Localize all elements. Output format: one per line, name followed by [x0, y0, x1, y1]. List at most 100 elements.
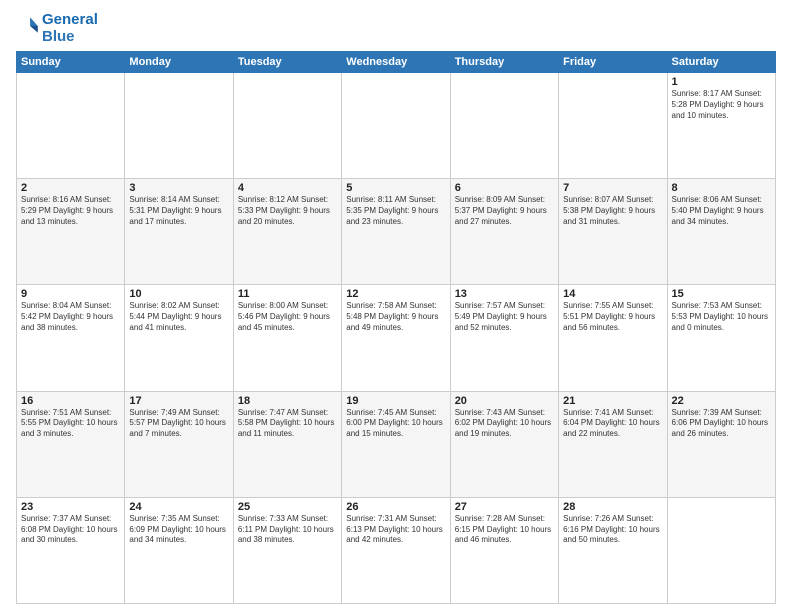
day-info: Sunrise: 8:16 AM Sunset: 5:29 PM Dayligh… [21, 195, 120, 227]
day-number: 7 [563, 182, 662, 194]
calendar-cell: 21Sunrise: 7:41 AM Sunset: 6:04 PM Dayli… [559, 391, 667, 497]
day-info: Sunrise: 8:09 AM Sunset: 5:37 PM Dayligh… [455, 195, 554, 227]
day-info: Sunrise: 7:43 AM Sunset: 6:02 PM Dayligh… [455, 408, 554, 440]
calendar-cell [667, 497, 775, 603]
calendar-cell: 11Sunrise: 8:00 AM Sunset: 5:46 PM Dayli… [233, 285, 341, 391]
weekday-header-saturday: Saturday [667, 52, 775, 73]
calendar-cell: 14Sunrise: 7:55 AM Sunset: 5:51 PM Dayli… [559, 285, 667, 391]
day-number: 1 [672, 76, 771, 88]
calendar-cell: 17Sunrise: 7:49 AM Sunset: 5:57 PM Dayli… [125, 391, 233, 497]
weekday-header-monday: Monday [125, 52, 233, 73]
calendar-cell: 9Sunrise: 8:04 AM Sunset: 5:42 PM Daylig… [17, 285, 125, 391]
day-number: 14 [563, 288, 662, 300]
page: General Blue SundayMondayTuesdayWednesda… [0, 0, 792, 612]
day-info: Sunrise: 7:45 AM Sunset: 6:00 PM Dayligh… [346, 408, 445, 440]
day-info: Sunrise: 7:51 AM Sunset: 5:55 PM Dayligh… [21, 408, 120, 440]
calendar-cell: 8Sunrise: 8:06 AM Sunset: 5:40 PM Daylig… [667, 179, 775, 285]
logo-icon [18, 15, 40, 37]
calendar-cell: 20Sunrise: 7:43 AM Sunset: 6:02 PM Dayli… [450, 391, 558, 497]
calendar-table: SundayMondayTuesdayWednesdayThursdayFrid… [16, 51, 776, 604]
calendar-week-row: 16Sunrise: 7:51 AM Sunset: 5:55 PM Dayli… [17, 391, 776, 497]
calendar-cell: 7Sunrise: 8:07 AM Sunset: 5:38 PM Daylig… [559, 179, 667, 285]
day-number: 24 [129, 501, 228, 513]
weekday-header-friday: Friday [559, 52, 667, 73]
day-number: 4 [238, 182, 337, 194]
day-number: 3 [129, 182, 228, 194]
day-number: 22 [672, 395, 771, 407]
weekday-header-wednesday: Wednesday [342, 52, 450, 73]
day-number: 13 [455, 288, 554, 300]
day-info: Sunrise: 7:37 AM Sunset: 6:08 PM Dayligh… [21, 514, 120, 546]
calendar-cell: 27Sunrise: 7:28 AM Sunset: 6:15 PM Dayli… [450, 497, 558, 603]
calendar-cell: 15Sunrise: 7:53 AM Sunset: 5:53 PM Dayli… [667, 285, 775, 391]
calendar-cell: 5Sunrise: 8:11 AM Sunset: 5:35 PM Daylig… [342, 179, 450, 285]
day-info: Sunrise: 8:02 AM Sunset: 5:44 PM Dayligh… [129, 301, 228, 333]
weekday-header-tuesday: Tuesday [233, 52, 341, 73]
calendar-cell: 12Sunrise: 7:58 AM Sunset: 5:48 PM Dayli… [342, 285, 450, 391]
day-info: Sunrise: 8:12 AM Sunset: 5:33 PM Dayligh… [238, 195, 337, 227]
calendar-cell: 4Sunrise: 8:12 AM Sunset: 5:33 PM Daylig… [233, 179, 341, 285]
day-number: 28 [563, 501, 662, 513]
calendar-cell [342, 73, 450, 179]
day-info: Sunrise: 8:17 AM Sunset: 5:28 PM Dayligh… [672, 89, 771, 121]
day-info: Sunrise: 7:57 AM Sunset: 5:49 PM Dayligh… [455, 301, 554, 333]
day-number: 9 [21, 288, 120, 300]
day-number: 8 [672, 182, 771, 194]
calendar-week-row: 23Sunrise: 7:37 AM Sunset: 6:08 PM Dayli… [17, 497, 776, 603]
day-info: Sunrise: 7:53 AM Sunset: 5:53 PM Dayligh… [672, 301, 771, 333]
weekday-header-sunday: Sunday [17, 52, 125, 73]
day-number: 5 [346, 182, 445, 194]
day-info: Sunrise: 8:06 AM Sunset: 5:40 PM Dayligh… [672, 195, 771, 227]
calendar-body: 1Sunrise: 8:17 AM Sunset: 5:28 PM Daylig… [17, 73, 776, 604]
day-info: Sunrise: 8:07 AM Sunset: 5:38 PM Dayligh… [563, 195, 662, 227]
calendar-cell: 2Sunrise: 8:16 AM Sunset: 5:29 PM Daylig… [17, 179, 125, 285]
day-info: Sunrise: 7:28 AM Sunset: 6:15 PM Dayligh… [455, 514, 554, 546]
day-number: 2 [21, 182, 120, 194]
day-info: Sunrise: 7:33 AM Sunset: 6:11 PM Dayligh… [238, 514, 337, 546]
day-info: Sunrise: 7:35 AM Sunset: 6:09 PM Dayligh… [129, 514, 228, 546]
calendar-cell: 22Sunrise: 7:39 AM Sunset: 6:06 PM Dayli… [667, 391, 775, 497]
day-number: 6 [455, 182, 554, 194]
day-number: 23 [21, 501, 120, 513]
calendar-cell: 28Sunrise: 7:26 AM Sunset: 6:16 PM Dayli… [559, 497, 667, 603]
calendar-cell: 3Sunrise: 8:14 AM Sunset: 5:31 PM Daylig… [125, 179, 233, 285]
calendar-header-row: SundayMondayTuesdayWednesdayThursdayFrid… [17, 52, 776, 73]
day-number: 18 [238, 395, 337, 407]
logo-text-line1: General [42, 12, 98, 29]
calendar-cell: 24Sunrise: 7:35 AM Sunset: 6:09 PM Dayli… [125, 497, 233, 603]
day-info: Sunrise: 7:49 AM Sunset: 5:57 PM Dayligh… [129, 408, 228, 440]
day-info: Sunrise: 8:04 AM Sunset: 5:42 PM Dayligh… [21, 301, 120, 333]
day-info: Sunrise: 8:00 AM Sunset: 5:46 PM Dayligh… [238, 301, 337, 333]
day-info: Sunrise: 7:41 AM Sunset: 6:04 PM Dayligh… [563, 408, 662, 440]
day-number: 17 [129, 395, 228, 407]
logo: General Blue [16, 12, 98, 45]
calendar-cell: 6Sunrise: 8:09 AM Sunset: 5:37 PM Daylig… [450, 179, 558, 285]
day-info: Sunrise: 7:47 AM Sunset: 5:58 PM Dayligh… [238, 408, 337, 440]
calendar-week-row: 1Sunrise: 8:17 AM Sunset: 5:28 PM Daylig… [17, 73, 776, 179]
day-number: 20 [455, 395, 554, 407]
day-info: Sunrise: 7:39 AM Sunset: 6:06 PM Dayligh… [672, 408, 771, 440]
day-info: Sunrise: 8:14 AM Sunset: 5:31 PM Dayligh… [129, 195, 228, 227]
day-number: 25 [238, 501, 337, 513]
calendar-cell [17, 73, 125, 179]
calendar-cell: 13Sunrise: 7:57 AM Sunset: 5:49 PM Dayli… [450, 285, 558, 391]
calendar-week-row: 9Sunrise: 8:04 AM Sunset: 5:42 PM Daylig… [17, 285, 776, 391]
day-number: 11 [238, 288, 337, 300]
calendar-cell: 18Sunrise: 7:47 AM Sunset: 5:58 PM Dayli… [233, 391, 341, 497]
calendar-cell: 19Sunrise: 7:45 AM Sunset: 6:00 PM Dayli… [342, 391, 450, 497]
calendar-cell: 26Sunrise: 7:31 AM Sunset: 6:13 PM Dayli… [342, 497, 450, 603]
day-info: Sunrise: 7:31 AM Sunset: 6:13 PM Dayligh… [346, 514, 445, 546]
calendar-cell: 1Sunrise: 8:17 AM Sunset: 5:28 PM Daylig… [667, 73, 775, 179]
day-info: Sunrise: 7:58 AM Sunset: 5:48 PM Dayligh… [346, 301, 445, 333]
day-info: Sunrise: 7:55 AM Sunset: 5:51 PM Dayligh… [563, 301, 662, 333]
calendar-cell [233, 73, 341, 179]
calendar-cell: 25Sunrise: 7:33 AM Sunset: 6:11 PM Dayli… [233, 497, 341, 603]
day-number: 16 [21, 395, 120, 407]
calendar-cell [125, 73, 233, 179]
day-number: 12 [346, 288, 445, 300]
calendar-cell [450, 73, 558, 179]
calendar-cell [559, 73, 667, 179]
day-number: 10 [129, 288, 228, 300]
day-number: 27 [455, 501, 554, 513]
day-number: 26 [346, 501, 445, 513]
